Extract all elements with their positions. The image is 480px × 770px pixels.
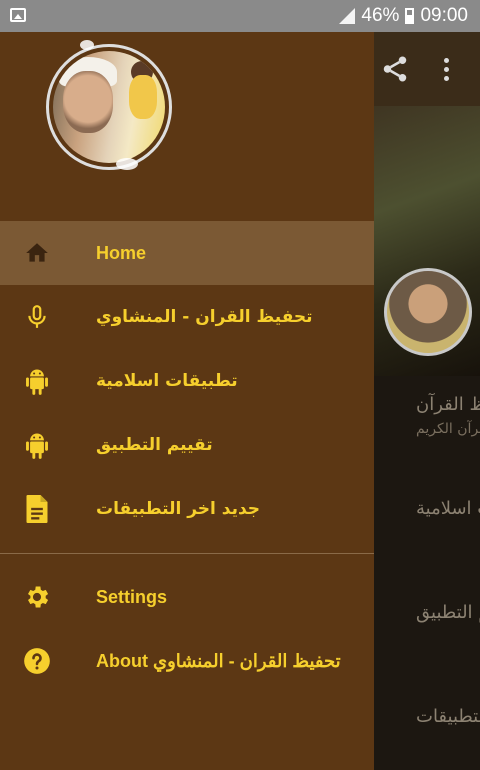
help-icon	[22, 646, 52, 676]
avatar[interactable]	[46, 44, 172, 170]
menu-item-settings[interactable]: Settings	[0, 565, 374, 629]
bubble-decoration	[80, 40, 94, 50]
drawer-header	[0, 32, 374, 221]
menu-item-label: جديد اخر التطبيقات	[96, 499, 261, 519]
microphone-icon	[22, 302, 52, 332]
android-icon	[22, 366, 52, 396]
menu-item-label: Home	[96, 242, 147, 263]
background-list: تحفيظ القرآن القرآن الكريم تطبيقات اسلام…	[374, 376, 480, 770]
background-item-title: تقييم التطبيق	[416, 602, 480, 623]
divider	[0, 553, 374, 554]
android-icon	[22, 430, 52, 460]
menu-item-rate-app[interactable]: تقييم التطبيق	[0, 413, 374, 477]
background-item-title: تحفيظ القرآن	[416, 394, 480, 415]
background-list-item[interactable]: تطبيقات اسلامية	[374, 480, 480, 584]
status-bar: 46% 09:00	[0, 0, 480, 32]
drawer-menu: Home تحفيظ القران - المنشاوي تطبيقات اسل…	[0, 221, 374, 693]
clock: 09:00	[420, 5, 468, 26]
home-icon	[22, 238, 52, 268]
hero-banner	[374, 106, 480, 376]
menu-item-home[interactable]: Home	[0, 221, 374, 285]
background-list-item[interactable]: تحفيظ القرآن القرآن الكريم	[374, 376, 480, 480]
profile-image	[53, 51, 165, 163]
bubble-decoration	[116, 158, 138, 170]
menu-item-label: About تحفيظ القران - المنشاوي	[96, 650, 341, 671]
menu-item-label: تطبيقات اسلامية	[96, 371, 238, 391]
gear-icon	[22, 582, 52, 612]
background-item-title: جديد اخر التطبيقات	[416, 706, 480, 727]
document-icon	[22, 494, 52, 524]
menu-item-memorize-quran[interactable]: تحفيظ القران - المنشاوي	[0, 285, 374, 349]
background-item-subtitle: القرآن الكريم	[416, 421, 480, 437]
menu-item-label: Settings	[96, 586, 168, 607]
battery-icon	[405, 8, 415, 24]
more-options-icon[interactable]	[444, 58, 450, 85]
menu-item-label: تقييم التطبيق	[96, 435, 213, 455]
menu-item-new-apps[interactable]: جديد اخر التطبيقات	[0, 477, 374, 541]
background-list-item[interactable]: تقييم التطبيق	[374, 584, 480, 688]
menu-item-about[interactable]: About تحفيظ القران - المنشاوي	[0, 629, 374, 693]
gallery-icon	[10, 8, 26, 22]
menu-item-islamic-apps[interactable]: تطبيقات اسلامية	[0, 349, 374, 413]
app-toolbar	[374, 32, 480, 106]
hero-avatar	[384, 268, 472, 356]
share-icon[interactable]	[380, 54, 410, 88]
signal-icon	[339, 8, 356, 24]
background-item-title: تطبيقات اسلامية	[416, 498, 480, 519]
battery-percent: 46%	[361, 5, 400, 26]
menu-item-label: تحفيظ القران - المنشاوي	[96, 307, 313, 327]
background-list-item[interactable]: جديد اخر التطبيقات	[374, 688, 480, 770]
background-app: تحفيظ القرآن القرآن الكريم تطبيقات اسلام…	[374, 32, 480, 770]
navigation-drawer: Home تحفيظ القران - المنشاوي تطبيقات اسل…	[0, 32, 374, 770]
